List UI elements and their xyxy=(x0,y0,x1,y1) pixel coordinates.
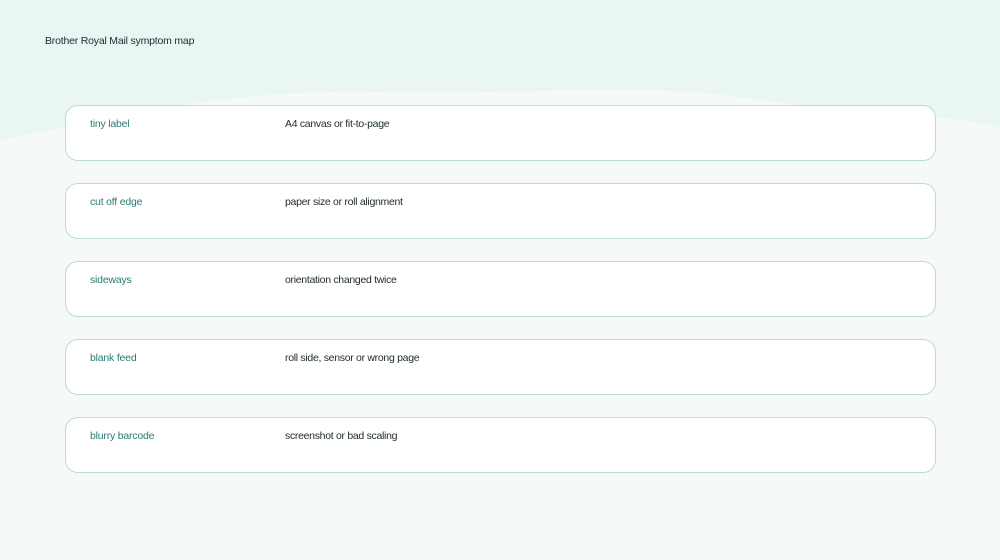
page-title: Brother Royal Mail symptom map xyxy=(45,35,195,47)
symptom-label: blank feed xyxy=(90,352,137,364)
symptom-label: tiny label xyxy=(90,118,130,130)
symptom-row: blank feed roll side, sensor or wrong pa… xyxy=(65,339,936,395)
symptom-label: sideways xyxy=(90,274,132,286)
symptom-label: blurry barcode xyxy=(90,430,155,442)
cause-text: roll side, sensor or wrong page xyxy=(285,352,420,364)
cause-text: paper size or roll alignment xyxy=(285,196,403,208)
symptom-row: cut off edge paper size or roll alignmen… xyxy=(65,183,936,239)
cause-text: A4 canvas or fit-to-page xyxy=(285,118,390,130)
symptom-row: blurry barcode screenshot or bad scaling xyxy=(65,417,936,473)
symptom-row: tiny label A4 canvas or fit-to-page xyxy=(65,105,936,161)
symptom-label: cut off edge xyxy=(90,196,143,208)
cause-text: screenshot or bad scaling xyxy=(285,430,398,442)
symptom-map-list: tiny label A4 canvas or fit-to-page cut … xyxy=(65,105,936,495)
cause-text: orientation changed twice xyxy=(285,274,397,286)
symptom-row: sideways orientation changed twice xyxy=(65,261,936,317)
